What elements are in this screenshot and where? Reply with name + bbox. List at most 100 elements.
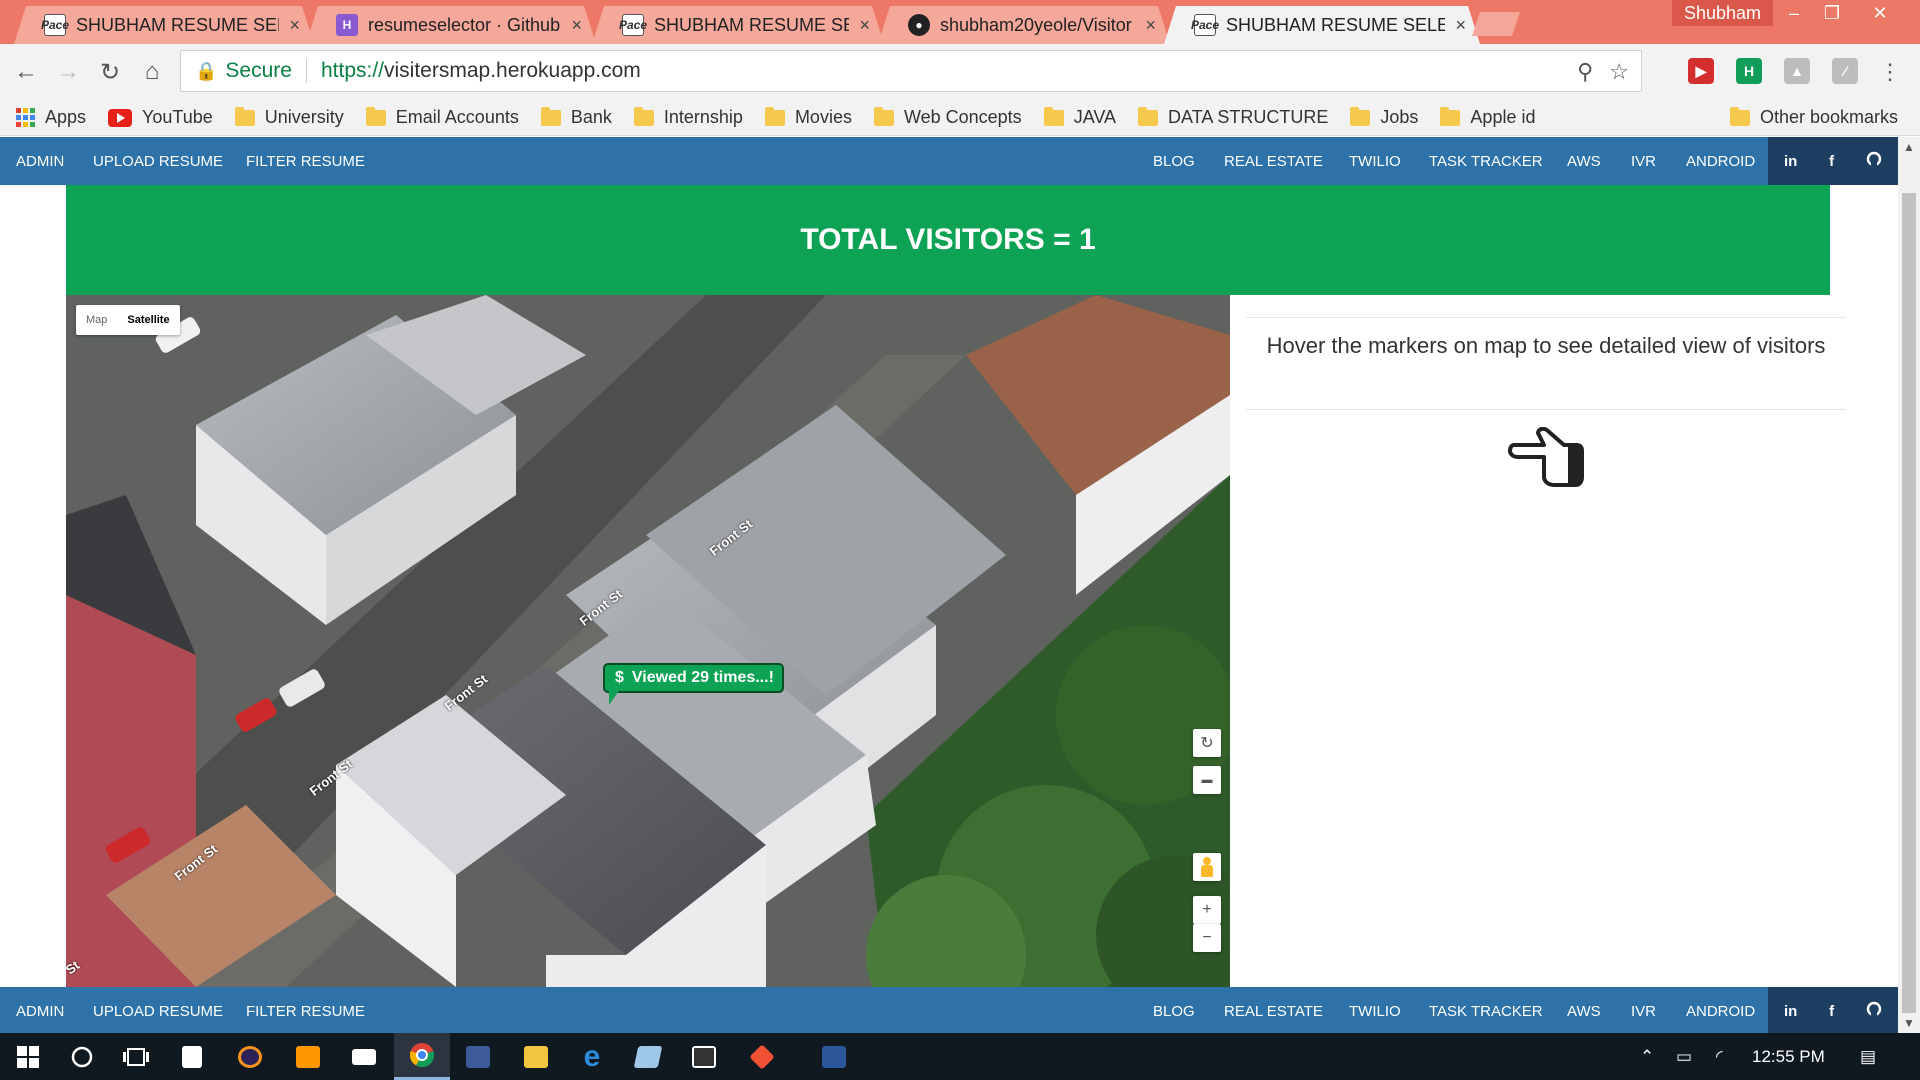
bookmark-folder[interactable]: Jobs [1350,106,1418,128]
github-icon[interactable] [1866,151,1882,171]
wifi-icon[interactable]: ◜ [1716,1033,1723,1080]
zoom-in-button[interactable]: + [1193,896,1221,924]
windows-start-icon[interactable] [0,1033,56,1080]
nav-upload-resume[interactable]: UPLOAD RESUME [93,137,223,185]
satellite-map[interactable]: Front St Front St Front St Front St Fron… [66,295,1230,987]
map-type-satellite[interactable]: Satellite [117,305,179,335]
bookmark-folder[interactable]: Internship [633,106,743,128]
linkedin-icon[interactable]: in [1784,153,1797,170]
browser-tab[interactable]: H resumeselector · Github | × [306,6,596,44]
map-type-map[interactable]: Map [76,305,117,335]
nav-aws[interactable]: AWS [1567,987,1601,1033]
nav-admin[interactable]: ADMIN [16,987,64,1033]
facebook-icon[interactable]: f [1829,1003,1834,1020]
nav-task-tracker[interactable]: TASK TRACKER [1429,987,1543,1033]
star-bookmark-icon[interactable]: ☆ [1609,59,1629,85]
profile-button[interactable]: Shubham [1672,0,1774,26]
bookmark-folder[interactable]: Email Accounts [365,106,519,128]
tilt-icon[interactable]: ▬ [1193,766,1221,794]
facebook-icon[interactable]: f [1829,153,1834,170]
nav-blog[interactable]: BLOG [1153,137,1195,185]
bookmark-apps[interactable]: Apps [16,107,86,128]
nav-real-estate[interactable]: REAL ESTATE [1224,137,1323,185]
close-icon[interactable]: × [571,15,582,36]
nav-admin[interactable]: ADMIN [16,137,64,185]
nav-ivr[interactable]: IVR [1631,137,1656,185]
bookmark-folder[interactable]: University [234,106,344,128]
word-icon[interactable] [806,1033,862,1080]
mail-icon[interactable] [336,1033,392,1080]
linkedin-icon[interactable]: in [1784,1003,1797,1020]
browser-tab-active[interactable]: Pace SHUBHAM RESUME SELE × [1164,6,1480,44]
nav-twilio[interactable]: TWILIO [1349,137,1401,185]
back-arrow-icon[interactable]: ← [10,56,42,88]
close-window-icon[interactable]: ✕ [1862,0,1898,26]
tray-chevron-icon[interactable]: ⌃ [1640,1033,1654,1080]
nav-task-tracker[interactable]: TASK TRACKER [1429,137,1543,185]
bookmark-folder[interactable]: Movies [764,106,852,128]
battery-icon[interactable]: ▭ [1676,1033,1692,1080]
bookmark-youtube[interactable]: YouTube [108,107,213,128]
bookmark-folder[interactable]: Bank [540,106,612,128]
bookmark-folder[interactable]: Web Concepts [873,106,1022,128]
github-icon[interactable] [1866,1001,1882,1021]
git-icon[interactable] [734,1033,790,1080]
close-icon[interactable]: × [1145,15,1156,36]
page-scrollbar[interactable]: ▲ ▼ [1898,137,1920,1033]
nav-android[interactable]: ANDROID [1686,137,1755,185]
pdf-extension-icon[interactable]: ⁄ [1832,58,1858,84]
store-icon[interactable] [164,1033,220,1080]
extension-h-icon[interactable]: H [1736,58,1762,84]
nav-real-estate[interactable]: REAL ESTATE [1224,987,1323,1033]
notes-icon[interactable] [620,1033,676,1080]
scroll-up-icon[interactable]: ▲ [1898,137,1920,157]
task-view-icon[interactable] [108,1033,164,1080]
browser-tab[interactable]: ● shubham20yeole/Visitor × [878,6,1170,44]
home-icon[interactable]: ⌂ [136,56,168,88]
scroll-down-icon[interactable]: ▼ [1898,1013,1920,1033]
clock[interactable]: 12:55 PM [1752,1033,1825,1080]
pegman-icon[interactable] [1193,853,1221,881]
nav-upload-resume[interactable]: UPLOAD RESUME [93,987,223,1033]
eclipse-icon[interactable] [222,1033,278,1080]
nav-android[interactable]: ANDROID [1686,987,1755,1033]
chrome-icon[interactable] [394,1033,450,1080]
menu-icon[interactable]: ⋮ [1874,56,1906,88]
rotate-icon[interactable]: ↻ [1193,729,1221,757]
nav-filter-resume[interactable]: FILTER RESUME [246,137,365,185]
nav-blog[interactable]: BLOG [1153,987,1195,1033]
sublime-icon[interactable] [280,1033,336,1080]
new-tab-button[interactable] [1472,12,1520,36]
restore-icon[interactable]: ❐ [1814,0,1850,26]
nav-ivr[interactable]: IVR [1631,987,1656,1033]
address-bar[interactable]: 🔒 Secure https://visitersmap.herokuapp.c… [180,50,1642,92]
terminal-icon[interactable] [676,1033,732,1080]
pointing-hand-icon [1508,426,1584,496]
zoom-out-button[interactable]: − [1193,924,1221,952]
bookmark-folder[interactable]: JAVA [1043,106,1116,128]
browser-tab[interactable]: Pace SHUBHAM RESUME SELE × [14,6,314,44]
nav-aws[interactable]: AWS [1567,137,1601,185]
close-icon[interactable]: × [859,15,870,36]
bookmark-folder[interactable]: Apple id [1440,106,1535,128]
other-bookmarks[interactable]: Other bookmarks [1729,106,1898,128]
visitor-marker[interactable]: $ Viewed 29 times...! [603,663,784,705]
scrollbar-thumb[interactable] [1902,193,1916,1013]
notifications-icon[interactable]: ▤ [1860,1033,1876,1080]
nav-twilio[interactable]: TWILIO [1349,987,1401,1033]
bookmark-folder[interactable]: DATA STRUCTURE [1138,106,1328,128]
zoom-icon[interactable]: ⚲ [1577,59,1593,85]
edge-icon[interactable]: e [564,1033,620,1080]
cortana-search-icon[interactable] [54,1033,110,1080]
nav-filter-resume[interactable]: FILTER RESUME [246,987,365,1033]
extension-red-icon[interactable]: ▶ [1688,58,1714,84]
browser-tab[interactable]: Pace SHUBHAM RESUME SELE × [592,6,884,44]
forward-arrow-icon[interactable]: → [52,56,84,88]
minimize-icon[interactable]: – [1776,0,1812,26]
close-icon[interactable]: × [289,15,300,36]
file-explorer-icon[interactable] [508,1033,564,1080]
drive-icon[interactable]: ▲ [1784,58,1810,84]
visual-studio-icon[interactable] [450,1033,506,1080]
close-icon[interactable]: × [1455,15,1466,36]
reload-icon[interactable]: ↻ [94,56,126,88]
